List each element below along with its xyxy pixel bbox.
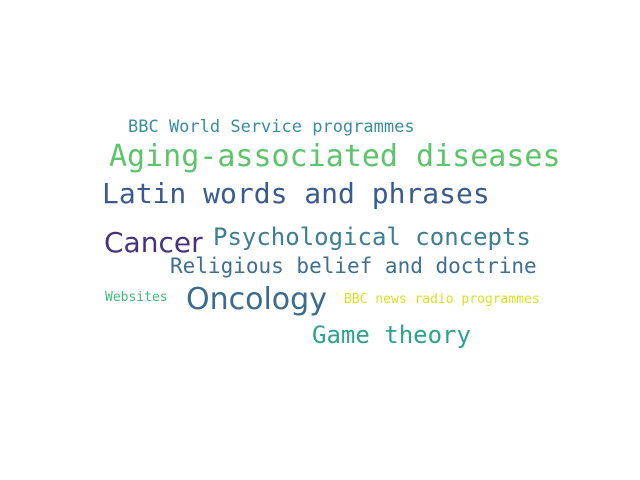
word-game-theory: Game theory bbox=[312, 321, 471, 349]
word-bbc-world-service-programmes: BBC World Service programmes bbox=[128, 117, 415, 137]
word-cloud: BBC World Service programmes Aging-assoc… bbox=[0, 0, 640, 480]
word-religious-belief-and-doctrine: Religious belief and doctrine bbox=[170, 254, 537, 278]
word-aging-associated-diseases: Aging-associated diseases bbox=[109, 139, 561, 174]
word-psychological-concepts: Psychological concepts bbox=[213, 223, 531, 251]
word-cancer: Cancer bbox=[104, 226, 203, 259]
word-bbc-news-radio-programmes: BBC news radio programmes bbox=[344, 292, 540, 307]
word-latin-words-and-phrases: Latin words and phrases bbox=[102, 177, 490, 210]
word-websites: Websites bbox=[105, 290, 168, 305]
word-oncology: Oncology bbox=[186, 282, 327, 317]
